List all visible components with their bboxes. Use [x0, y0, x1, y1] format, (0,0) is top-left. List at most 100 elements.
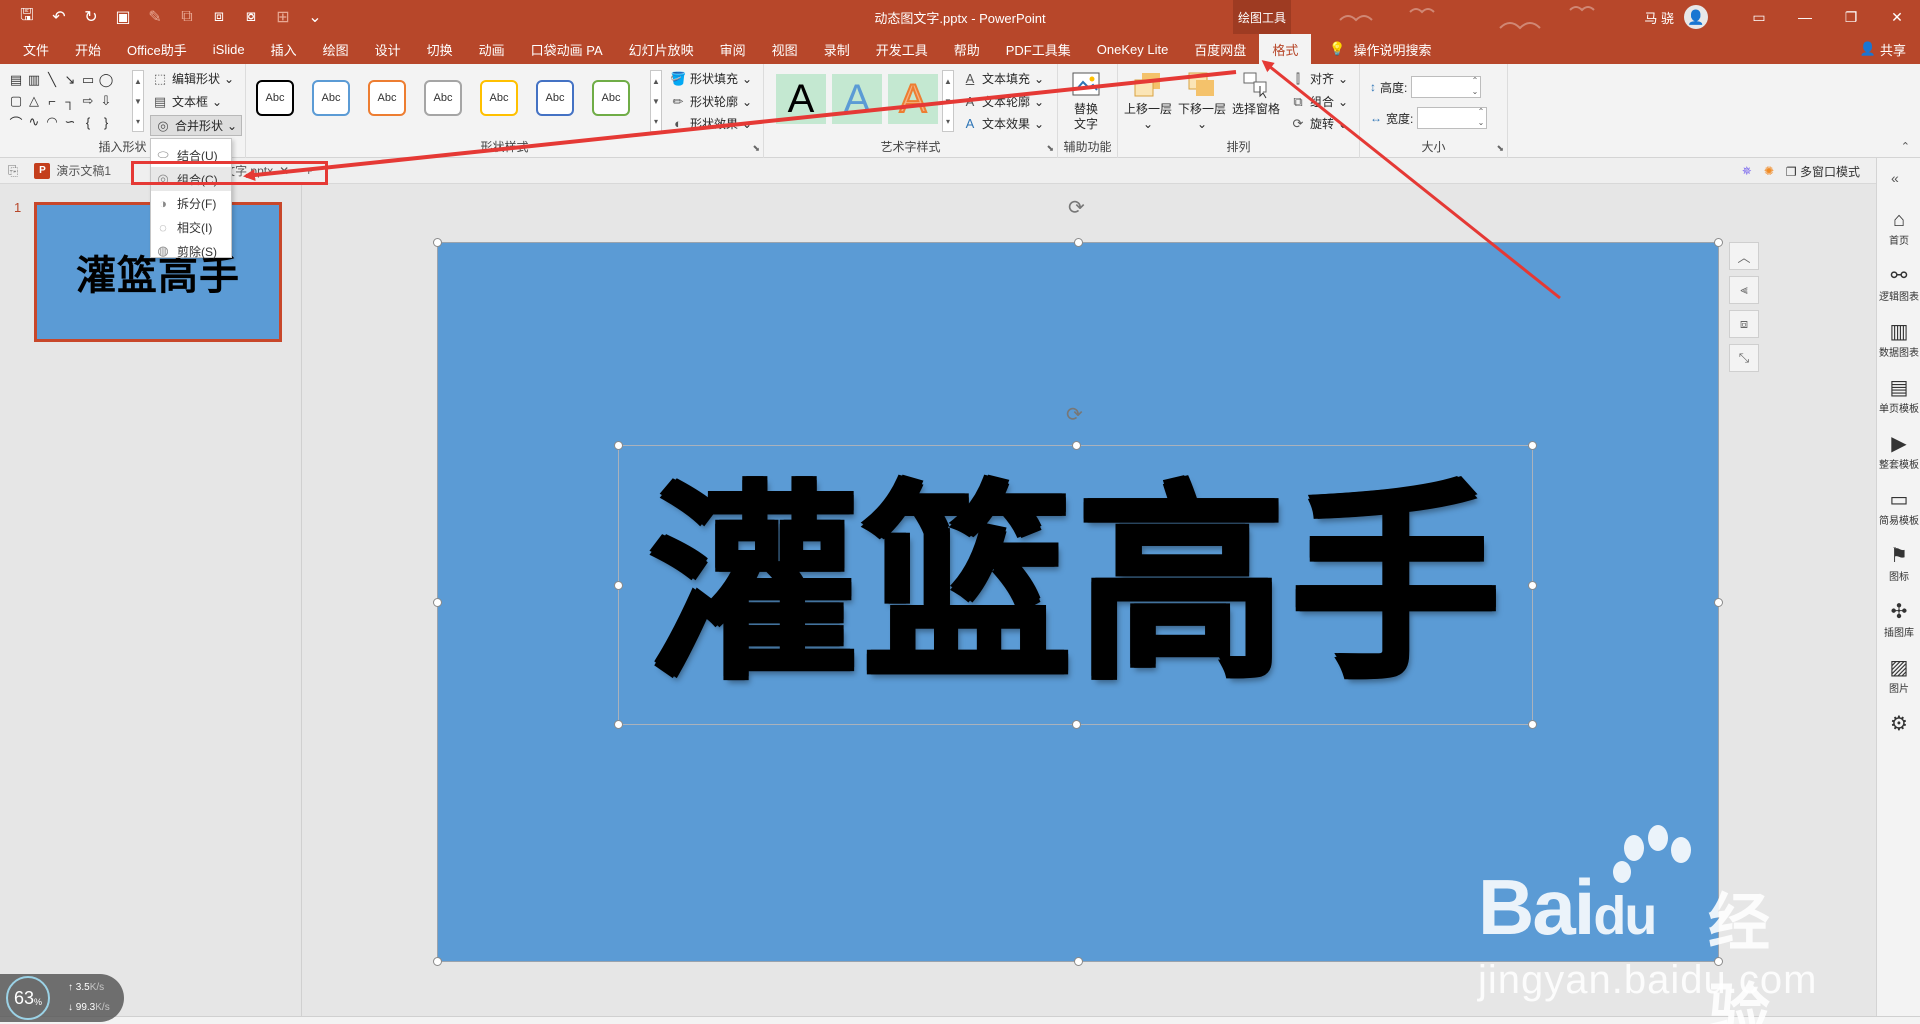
wordart-sample-orange[interactable]: A — [888, 74, 938, 124]
menu-item-subtract[interactable]: ◍ 剪除(S) — [151, 239, 231, 263]
shape-style-sample[interactable]: Abc — [368, 80, 406, 116]
collapse-pane-icon[interactable]: « — [1891, 170, 1899, 186]
tab-0[interactable]: 文件 — [10, 34, 62, 64]
redo-icon[interactable]: ↻ — [78, 4, 104, 30]
tab-6[interactable]: 设计 — [362, 34, 414, 64]
resize-handle[interactable] — [433, 598, 442, 607]
wordart-sample-black[interactable]: A — [776, 74, 826, 124]
right-pane-item[interactable]: ▤ 单页模板 — [1877, 376, 1920, 415]
wordart-sample-blue[interactable]: A — [832, 74, 882, 124]
shape-style-sample[interactable]: Abc — [424, 80, 462, 116]
group-icon[interactable]: ⧉ — [174, 4, 200, 30]
send-backward-button[interactable]: 下移一层 ⌄ — [1178, 70, 1226, 132]
align-left-icon[interactable]: ⫷ — [1729, 276, 1759, 304]
right-pane-item[interactable]: ▭ 简易模板 — [1877, 488, 1920, 527]
merge-shapes-button[interactable]: ◎ 合并形状 ⌄ — [150, 115, 243, 136]
present-icon[interactable]: ▣ — [110, 4, 136, 30]
shape-fill-button[interactable]: 🪣 形状填充 ⌄ — [670, 70, 752, 87]
textbox-shape-icon[interactable]: ▤ — [8, 70, 24, 90]
brace-left-icon[interactable]: { — [80, 112, 96, 132]
shape-style-sample[interactable]: Abc — [592, 80, 630, 116]
shape-style-sample[interactable]: Abc — [256, 80, 294, 116]
resize-handle[interactable] — [1528, 441, 1537, 450]
tab-9[interactable]: 口袋动画 PA — [518, 34, 616, 64]
shape-gallery[interactable]: ▤ ▥ ╲ ↘ ▭ ◯ ▢ △ ⌐ ┐ ⇨ ⇩ ⌒ ∿ ◠ ∽ { } — [8, 70, 134, 132]
text-outline-button[interactable]: A 文本轮廓 ⌄ — [962, 93, 1044, 110]
tell-me-search[interactable]: 💡 操作说明搜索 — [1311, 40, 1431, 59]
new-tab-button[interactable]: + — [297, 158, 320, 184]
menu-item-fragment[interactable]: ◑ 拆分(F) — [151, 191, 231, 215]
bring-forward-icon[interactable]: ⧈ — [206, 4, 232, 30]
shape-style-sample[interactable]: Abc — [480, 80, 518, 116]
close-tab-icon[interactable]: ✕ — [279, 164, 289, 178]
wordart-scroll[interactable]: ▲ ▼ ▾ — [942, 70, 954, 132]
right-pane-item[interactable]: ⚑ 图标 — [1877, 544, 1920, 583]
resize-handle[interactable] — [614, 581, 623, 590]
alt-text-button[interactable]: 替换 文字 — [1070, 70, 1102, 132]
tab-4[interactable]: 插入 — [258, 34, 310, 64]
collapse-ribbon-icon[interactable]: ⌃ — [1901, 140, 1910, 153]
resize-handle[interactable] — [433, 238, 442, 247]
elbow-connector-icon[interactable]: ┐ — [62, 91, 78, 111]
right-pane-item[interactable]: ▨ 图片 — [1877, 656, 1920, 695]
right-pane-item[interactable]: ▶ 整套模板 — [1877, 432, 1920, 471]
arc-icon[interactable]: ◠ — [44, 112, 60, 132]
tab-19[interactable]: 格式 — [1259, 34, 1312, 64]
tab-5[interactable]: 绘图 — [310, 34, 362, 64]
rotate-handle-icon[interactable]: ⟳ — [1068, 195, 1085, 220]
group-objects-button[interactable]: ⧉ 组合 ⌄ — [1290, 93, 1348, 110]
selection-pane-button[interactable]: 选择窗格 — [1232, 70, 1280, 117]
send-backward-icon[interactable]: ⧇ — [238, 4, 264, 30]
dialog-launcher-icon[interactable]: ⬊ — [1046, 143, 1054, 154]
rotate-handle-icon[interactable]: ⟳ — [1066, 402, 1083, 427]
tab-17[interactable]: OneKey Lite — [1084, 34, 1182, 64]
menu-item-union[interactable]: ⬭ 结合(U) — [151, 143, 231, 167]
text-box-button[interactable]: ▤ 文本框 ⌄ — [152, 93, 222, 110]
line-shape-icon[interactable]: ╲ — [44, 70, 60, 90]
settings-gear-icon[interactable]: ⚙ — [1877, 712, 1920, 736]
undo-icon[interactable]: ↶ — [46, 4, 72, 30]
shape-gallery-scroll[interactable]: ▲ ▼ ▾ — [132, 70, 144, 132]
right-arrow-shape-icon[interactable]: ⇨ — [80, 91, 96, 111]
arrow-line-icon[interactable]: ↘ — [62, 70, 78, 90]
dialog-launcher-icon[interactable]: ⬊ — [752, 143, 760, 154]
brace-right-icon[interactable]: } — [98, 112, 114, 132]
ribbon-display-icon[interactable]: ▭ — [1736, 0, 1782, 34]
scribble-icon[interactable]: ∿ — [26, 112, 42, 132]
resize-handle[interactable] — [1714, 957, 1723, 966]
down-arrow-shape-icon[interactable]: ⇩ — [98, 91, 114, 111]
resize-handle[interactable] — [1074, 238, 1083, 247]
tab-14[interactable]: 开发工具 — [863, 34, 941, 64]
resize-handle[interactable] — [433, 957, 442, 966]
rounded-rect-icon[interactable]: ▢ — [8, 91, 24, 111]
user-name[interactable]: 马 骁 — [1644, 8, 1674, 27]
curve-icon[interactable]: ∽ — [62, 112, 78, 132]
magic-icon[interactable]: ✵ — [1742, 164, 1752, 178]
ungroup-icon[interactable]: ⊞ — [270, 4, 296, 30]
slide-title-text[interactable]: 灌篮高手 — [619, 446, 1534, 726]
resize-handle[interactable] — [1528, 720, 1537, 729]
format-painter-icon[interactable]: ✎ — [142, 4, 168, 30]
edit-shape-button[interactable]: ⬚ 编辑形状 ⌄ — [152, 70, 234, 87]
avatar[interactable]: 👤 — [1684, 5, 1708, 29]
close-icon[interactable]: ✕ — [1874, 0, 1920, 34]
tab-15[interactable]: 帮助 — [941, 34, 993, 64]
resize-handle[interactable] — [1528, 581, 1537, 590]
resize-handle[interactable] — [614, 441, 623, 450]
rectangle-shape-icon[interactable]: ▭ — [80, 70, 96, 90]
layer-icon[interactable]: ⧈ — [1729, 310, 1759, 338]
crop-icon[interactable]: ⤡ — [1729, 344, 1759, 372]
right-pane-item[interactable]: ✣ 插图库 — [1877, 600, 1920, 639]
settings-sun-icon[interactable]: ✺ — [1764, 164, 1774, 178]
triangle-shape-icon[interactable]: △ — [26, 91, 42, 111]
tab-8[interactable]: 动画 — [466, 34, 518, 64]
shape-style-sample[interactable]: Abc — [536, 80, 574, 116]
shape-style-scroll[interactable]: ▲ ▼ ▾ — [650, 70, 662, 132]
shape-effects-button[interactable]: ◐ 形状效果 ⌄ — [670, 115, 752, 132]
tab-16[interactable]: PDF工具集 — [993, 34, 1084, 64]
multi-window-button[interactable]: ❐ 多窗口模式 — [1786, 163, 1860, 180]
width-input[interactable] — [1417, 106, 1488, 129]
tab-13[interactable]: 录制 — [811, 34, 863, 64]
share-button[interactable]: 👤 共享 — [1860, 34, 1906, 64]
slide-canvas[interactable]: ⟳ 灌篮高手 ⟳ — [433, 197, 1723, 966]
